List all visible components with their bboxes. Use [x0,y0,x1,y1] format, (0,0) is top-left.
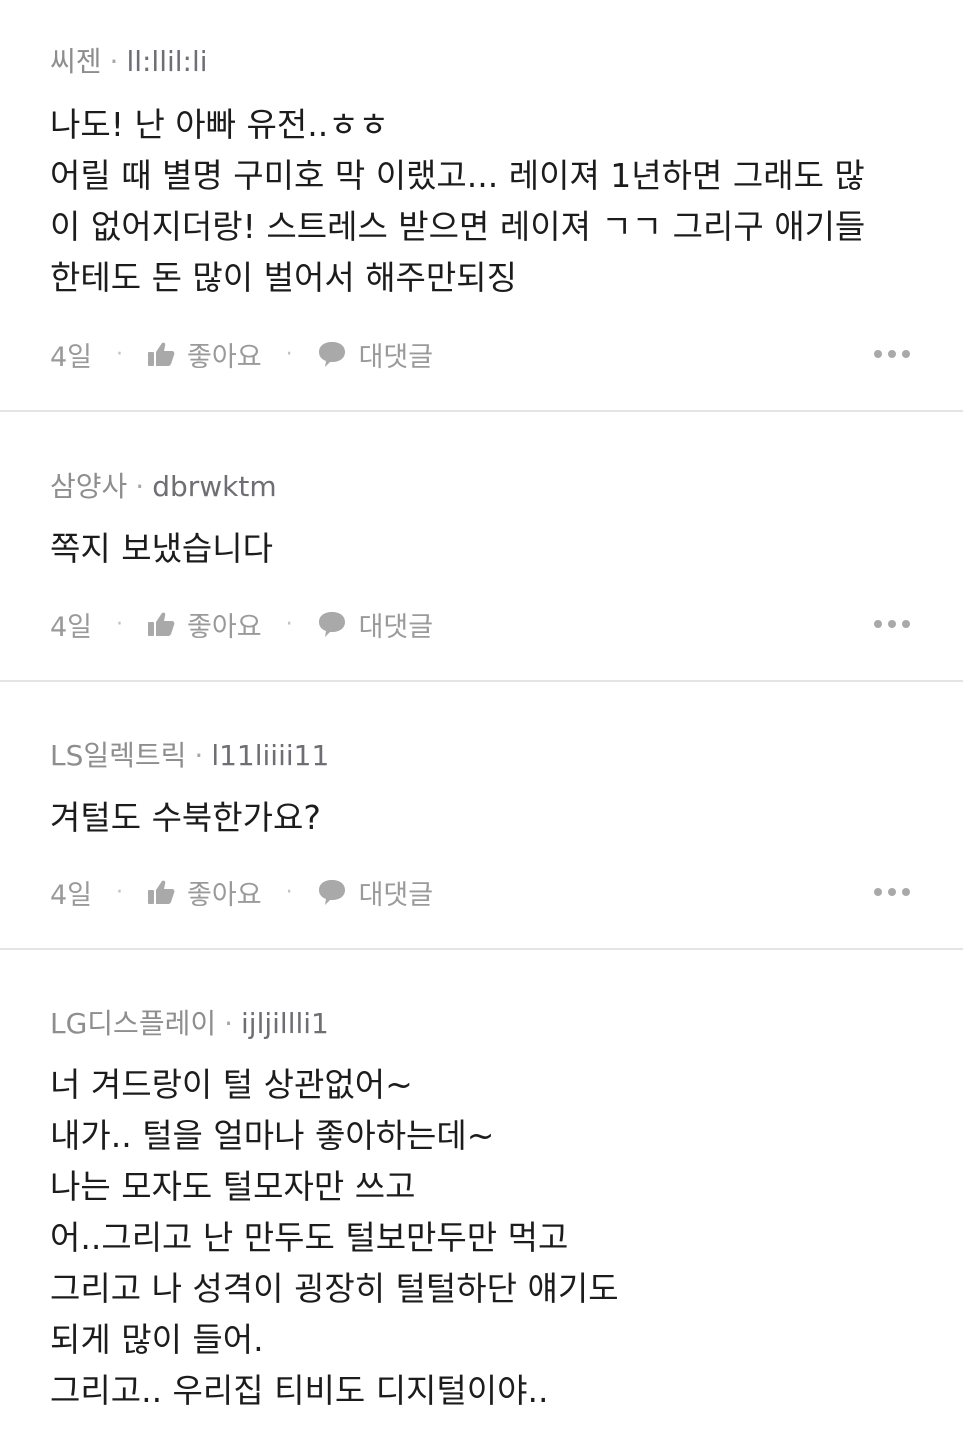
comment-text-line: 너 겨드랑이 털 상관없어~ [50,1065,413,1104]
action-separator: · [116,611,124,637]
comment-meta: 씨젠 · ll:llil:li [50,40,208,80]
like-label: 좋아요 [187,879,262,911]
more-dots-icon [902,620,910,628]
action-separator: · [285,879,293,905]
comment-body: 쪽지 보냈습니다 [50,523,903,574]
comment-actions: 4일 · 좋아요 · 대댓글 [50,872,910,912]
comment-actions: 4일 · 좋아요 · 대댓글 [50,334,910,374]
comment-text-line: 그리고 나 성격이 굉장히 털털하단 얘기도 [50,1269,619,1308]
more-options-button[interactable] [874,334,910,374]
comment-meta: 삼양사 · dbrwktm [50,465,277,505]
meta-separator: · [135,470,145,503]
comment-text-line: 나도! 난 아빠 유전..ㅎㅎ [50,105,389,144]
more-options-button[interactable] [874,872,910,912]
action-separator: · [285,341,293,367]
comment-username[interactable]: ll:llil:li [126,45,207,78]
comment-body: 너 겨드랑이 털 상관없어~ 내가.. 털을 얼마나 좋아하는데~ 나는 모자도… [50,1059,903,1416]
comment-username[interactable]: ijljillli1 [241,1007,329,1040]
comment-body: 나도! 난 아빠 유전..ㅎㅎ 어릴 때 별명 구미호 막 이랬고... 레이져… [50,99,903,303]
more-dots-icon [874,620,882,628]
more-options-button[interactable] [874,604,910,644]
meta-separator: · [224,1007,234,1040]
reply-button[interactable]: 대댓글 [317,335,434,374]
thumbs-up-icon [147,611,175,637]
more-dots-icon [888,888,896,896]
like-label: 좋아요 [187,341,262,373]
comment-meta: LG디스플레이 · ijljillli1 [50,1002,329,1042]
more-dots-icon [902,350,910,358]
meta-separator: · [109,45,119,78]
comment-username[interactable]: dbrwktm [152,470,276,503]
action-separator: · [116,879,124,905]
comment-text-line: 이 없어지더랑! 스트레스 받으면 레이져 ㄱㄱ 그리구 애기들 [50,207,866,246]
comment-text-line: 어릴 때 별명 구미호 막 이랬고... 레이져 1년하면 그래도 많 [50,156,865,195]
comment-actions: 4일 · 좋아요 · 대댓글 [50,604,910,644]
comment-body: 겨털도 수북한가요? [50,792,903,843]
comment-time: 4일 [50,341,93,373]
comment-time: 4일 [50,611,93,643]
comment-meta: LS일렉트릭 · l11liiii11 [50,734,329,774]
comment-text-line: 겨털도 수북한가요? [50,798,321,837]
comment-text-line: 한테도 돈 많이 벌어서 해주만되징 [50,258,517,297]
reply-label: 대댓글 [358,341,434,373]
speech-bubble-icon [317,340,347,368]
like-button[interactable]: 좋아요 [147,873,262,912]
speech-bubble-icon [317,610,347,638]
comment-item: 씨젠 · ll:llil:li 나도! 난 아빠 유전..ㅎㅎ 어릴 때 별명 구미… [0,0,963,412]
comment-text-line: 쪽지 보냈습니다 [50,529,274,568]
thumbs-up-icon [147,879,175,905]
comment-username[interactable]: l11liiii11 [211,739,329,772]
action-separator: · [285,611,293,637]
reply-label: 대댓글 [358,611,434,643]
comment-text-line: 나는 모자도 털모자만 쓰고 [50,1167,416,1206]
thumbs-up-icon [147,341,175,367]
speech-bubble-icon [317,878,347,906]
like-button[interactable]: 좋아요 [147,335,262,374]
comment-time: 4일 [50,879,93,911]
comment-item: LG디스플레이 · ijljillli1 너 겨드랑이 털 상관없어~ 내가.. 털… [0,950,963,1440]
action-separator: · [116,341,124,367]
more-dots-icon [902,888,910,896]
more-dots-icon [874,888,882,896]
comment-nickname[interactable]: 씨젠 [50,45,102,78]
reply-label: 대댓글 [358,879,434,911]
comment-text-line: 어..그리고 난 만두도 털보만두만 먹고 [50,1218,569,1257]
like-label: 좋아요 [187,611,262,643]
comment-nickname[interactable]: 삼양사 [50,470,127,503]
more-dots-icon [888,350,896,358]
comment-text-line: 되게 많이 들어. [50,1320,264,1359]
comment-nickname[interactable]: LS일렉트릭 [50,739,186,772]
comment-text-line: 그리고.. 우리집 티비도 디지털이야.. [50,1371,549,1410]
reply-button[interactable]: 대댓글 [317,873,434,912]
comment-text-line: 내가.. 털을 얼마나 좋아하는데~ [50,1116,495,1155]
more-dots-icon [874,350,882,358]
reply-button[interactable]: 대댓글 [317,605,434,644]
comment-nickname[interactable]: LG디스플레이 [50,1007,216,1040]
comment-item: 삼양사 · dbrwktm 쪽지 보냈습니다 4일 · 좋아요 · 대댓글 [0,412,963,682]
meta-separator: · [194,739,204,772]
comment-item: LS일렉트릭 · l11liiii11 겨털도 수북한가요? 4일 · 좋아요 · … [0,682,963,950]
like-button[interactable]: 좋아요 [147,605,262,644]
more-dots-icon [888,620,896,628]
